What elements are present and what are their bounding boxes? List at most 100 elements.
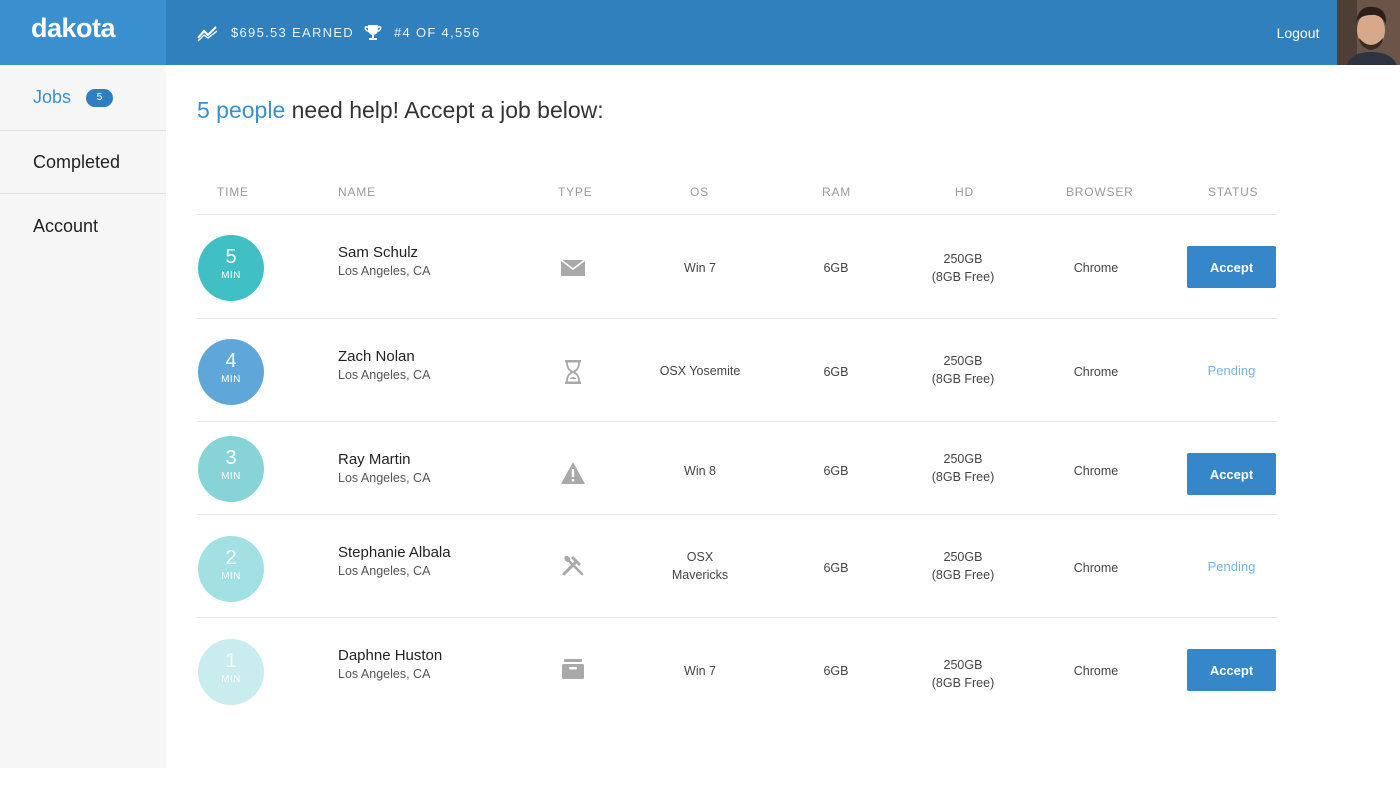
accept-button[interactable]: Accept bbox=[1187, 453, 1276, 495]
time-remaining-circle: 5 MIN bbox=[198, 235, 264, 301]
pending-status: Pending bbox=[1207, 559, 1256, 574]
requester-location: Los Angeles, CA bbox=[338, 368, 431, 382]
time-unit: MIN bbox=[221, 270, 241, 281]
hd-cell: 250GB (8GB Free) bbox=[913, 450, 1013, 486]
os-value: OSX Yosemite bbox=[659, 364, 741, 378]
os-cell: Win 7 bbox=[640, 662, 760, 680]
time-unit: MIN bbox=[221, 471, 241, 482]
rank-stat: #4 OF 4,556 bbox=[364, 0, 481, 65]
sidebar-item-label: Completed bbox=[33, 151, 121, 172]
ram-cell: 6GB bbox=[823, 464, 849, 478]
inbox-icon bbox=[560, 656, 586, 682]
os-value: OSX bbox=[686, 550, 714, 564]
table-row[interactable]: 4 MIN Zach Nolan Los Angeles, CA OSX Yos… bbox=[197, 319, 1277, 422]
column-header-ram: RAM bbox=[822, 185, 852, 199]
sidebar: Jobs 5 Completed Account bbox=[0, 65, 166, 768]
table-header: TIME NAME TYPE OS RAM HD BROWSER STATUS bbox=[197, 178, 1277, 215]
browser-cell: Chrome bbox=[1073, 464, 1119, 478]
os-cell: OSX Yosemite bbox=[640, 362, 760, 380]
requester-name: Ray Martin bbox=[338, 451, 411, 468]
hd-size: 250GB bbox=[943, 252, 983, 266]
os-value: Win 8 bbox=[684, 464, 716, 478]
hd-cell: 250GB (8GB Free) bbox=[913, 250, 1013, 286]
table-row[interactable]: 3 MIN Ray Martin Los Angeles, CA Win 8 6… bbox=[197, 422, 1277, 515]
hourglass-icon bbox=[560, 359, 586, 385]
sidebar-item-jobs[interactable]: Jobs 5 bbox=[0, 65, 166, 131]
requester-name: Stephanie Albala bbox=[338, 544, 451, 561]
hd-free: (8GB Free) bbox=[931, 372, 995, 386]
column-header-status: STATUS bbox=[1208, 185, 1259, 199]
hd-size: 250GB bbox=[943, 452, 983, 466]
requester-location: Los Angeles, CA bbox=[338, 264, 431, 278]
requester-name: Sam Schulz bbox=[338, 244, 419, 261]
hd-size: 250GB bbox=[943, 658, 983, 672]
ram-cell: 6GB bbox=[823, 365, 849, 379]
tools-icon bbox=[560, 552, 586, 578]
hd-size: 250GB bbox=[943, 550, 983, 564]
browser-cell: Chrome bbox=[1073, 561, 1119, 575]
avatar[interactable] bbox=[1337, 0, 1400, 65]
earnings-stat: $695.53 EARNED bbox=[197, 0, 354, 65]
time-remaining-circle: 2 MIN bbox=[198, 536, 264, 602]
hd-cell: 250GB (8GB Free) bbox=[913, 352, 1013, 388]
warning-icon bbox=[560, 460, 586, 486]
earnings-label: $695.53 EARNED bbox=[231, 25, 354, 40]
time-unit: MIN bbox=[221, 571, 241, 582]
column-header-type: TYPE bbox=[558, 185, 593, 199]
table-row[interactable]: 2 MIN Stephanie Albala Los Angeles, CA O… bbox=[197, 515, 1277, 618]
hd-size: 250GB bbox=[943, 354, 983, 368]
time-unit: MIN bbox=[221, 374, 241, 385]
browser-cell: Chrome bbox=[1073, 261, 1119, 275]
avatar-image bbox=[1337, 0, 1400, 65]
browser-cell: Chrome bbox=[1073, 664, 1119, 678]
time-value: 4 bbox=[225, 350, 237, 372]
accept-button[interactable]: Accept bbox=[1187, 649, 1276, 691]
trend-chart-icon bbox=[197, 25, 218, 41]
os-value: Win 7 bbox=[684, 261, 716, 275]
time-value: 1 bbox=[225, 650, 237, 672]
hd-free: (8GB Free) bbox=[931, 270, 995, 284]
table-row[interactable]: 5 MIN Sam Schulz Los Angeles, CA Win 7 6… bbox=[197, 215, 1277, 319]
hd-cell: 250GB (8GB Free) bbox=[913, 548, 1013, 584]
requester-location: Los Angeles, CA bbox=[338, 564, 431, 578]
logout-link[interactable]: Logout bbox=[1268, 0, 1328, 65]
ram-cell: 6GB bbox=[823, 664, 849, 678]
ram-cell: 6GB bbox=[823, 261, 849, 275]
requester-location: Los Angeles, CA bbox=[338, 471, 431, 485]
column-header-time: TIME bbox=[217, 185, 249, 199]
time-unit: MIN bbox=[221, 674, 241, 685]
column-header-hd: HD bbox=[955, 185, 974, 199]
table-row[interactable]: 1 MIN Daphne Huston Los Angeles, CA Win … bbox=[197, 618, 1277, 722]
sidebar-item-label: Account bbox=[33, 215, 99, 236]
hd-cell: 250GB (8GB Free) bbox=[913, 656, 1013, 692]
page-title: 5 people need help! Accept a job below: bbox=[197, 97, 604, 124]
column-header-os: OS bbox=[690, 185, 709, 199]
sidebar-item-completed[interactable]: Completed bbox=[0, 131, 166, 194]
sidebar-item-label: Jobs bbox=[33, 87, 72, 107]
people-count-highlight: 5 people bbox=[197, 97, 286, 123]
time-value: 5 bbox=[225, 246, 237, 268]
requester-location: Los Angeles, CA bbox=[338, 667, 431, 681]
ram-cell: 6GB bbox=[823, 561, 849, 575]
requester-name: Zach Nolan bbox=[338, 348, 415, 365]
requester-name: Daphne Huston bbox=[338, 647, 443, 664]
trophy-icon bbox=[364, 24, 382, 40]
jobs-count-badge: 5 bbox=[86, 88, 114, 107]
os-cell: Win 7 bbox=[640, 259, 760, 277]
envelope-icon bbox=[560, 255, 586, 281]
browser-cell: Chrome bbox=[1073, 365, 1119, 379]
brand-logo[interactable]: dakota bbox=[0, 0, 166, 65]
time-value: 3 bbox=[225, 447, 237, 469]
hd-free: (8GB Free) bbox=[931, 470, 995, 484]
time-remaining-circle: 3 MIN bbox=[198, 436, 264, 502]
hd-free: (8GB Free) bbox=[931, 568, 995, 582]
headline-text: need help! Accept a job below: bbox=[285, 97, 604, 123]
sidebar-item-account[interactable]: Account bbox=[0, 194, 166, 258]
os-cell: Win 8 bbox=[640, 462, 760, 480]
hd-free: (8GB Free) bbox=[931, 676, 995, 690]
top-bar: dakota $695.53 EARNED #4 OF 4,556 Logout bbox=[0, 0, 1400, 65]
column-header-browser: BROWSER bbox=[1066, 185, 1134, 199]
time-remaining-circle: 4 MIN bbox=[198, 339, 264, 405]
rank-label: #4 OF 4,556 bbox=[394, 25, 481, 40]
accept-button[interactable]: Accept bbox=[1187, 246, 1276, 288]
